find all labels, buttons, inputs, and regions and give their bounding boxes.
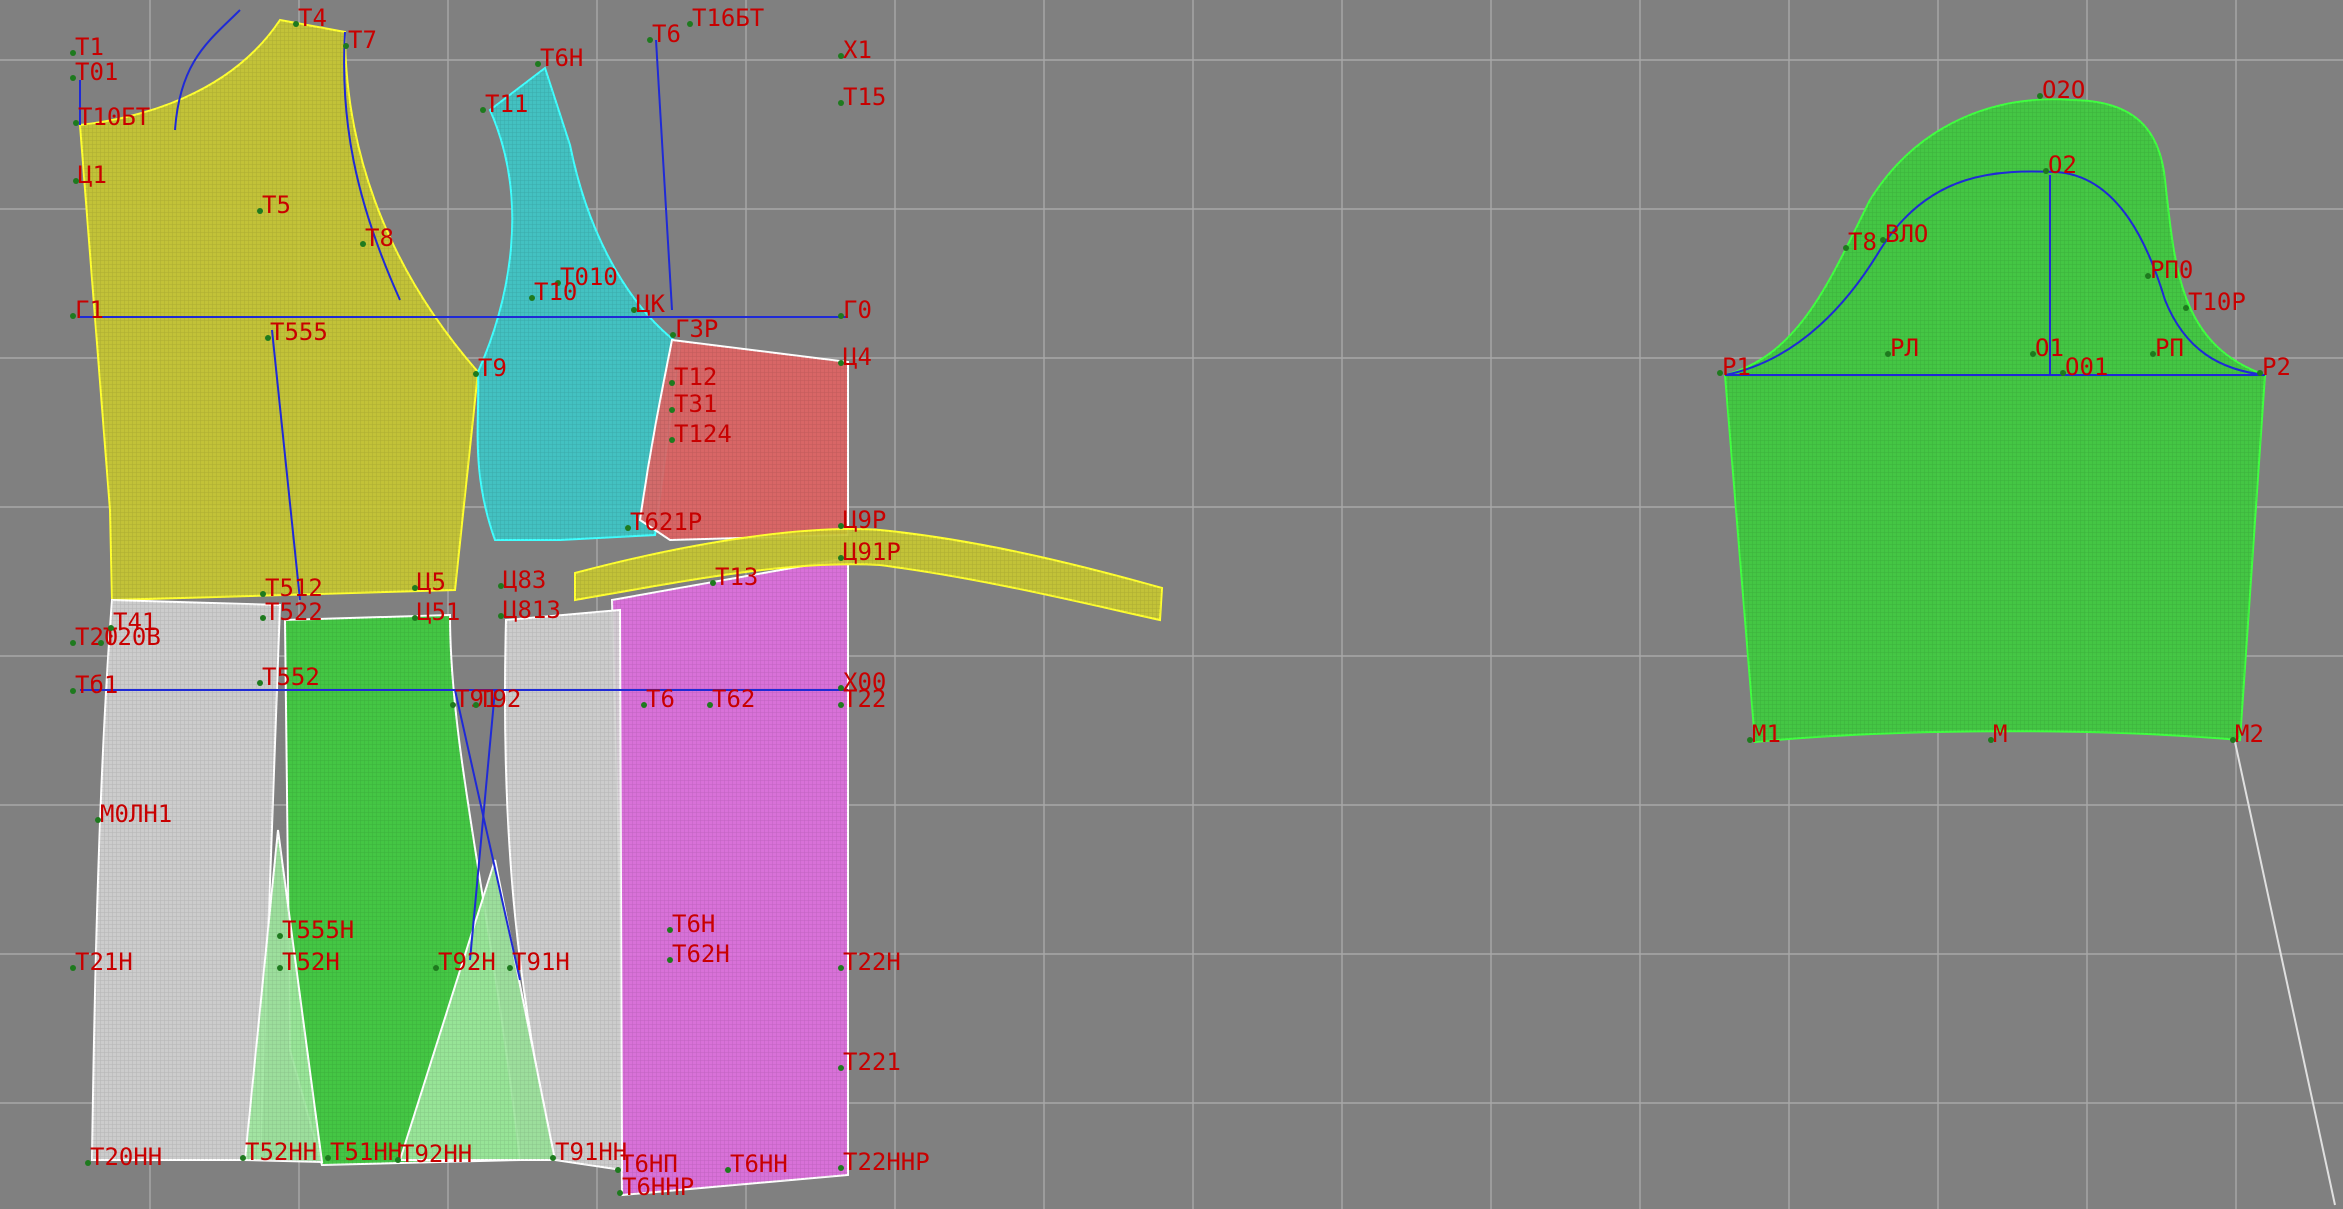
point-label: ВЛО <box>1885 220 1928 248</box>
point-label: Т6ННР <box>622 1173 694 1201</box>
point-label: Т6Н <box>540 44 583 72</box>
point-label: Г3Р <box>675 315 718 343</box>
point-label: Т20НН <box>90 1143 162 1171</box>
point-label: О2О <box>2042 76 2085 104</box>
point-label: Т9 <box>478 354 507 382</box>
point-label: Т124 <box>674 420 732 448</box>
point-label: Х1 <box>843 36 872 64</box>
point-label: Г0 <box>843 296 872 324</box>
point-label: Т13 <box>715 563 758 591</box>
point-label: Т555Н <box>282 916 354 944</box>
front-lower-piece-hatch <box>612 558 848 1195</box>
point-label: РП0 <box>2150 256 2193 284</box>
point-label: Т522 <box>265 598 323 626</box>
point-label: Т21Н <box>75 948 133 976</box>
point-label: Т92НН <box>400 1140 472 1168</box>
point-label: Р2 <box>2262 353 2291 381</box>
point-label: Т52Н <box>282 948 340 976</box>
point-label: Т91НН <box>555 1138 627 1166</box>
point-label: Ц91Р <box>843 538 901 566</box>
point-label: Т6НН <box>730 1150 788 1178</box>
sleeve-piece-hatch <box>1725 99 2265 742</box>
point-label: Т8 <box>365 224 394 252</box>
point-label: Т552 <box>262 663 320 691</box>
point-label: Т6Н <box>672 910 715 938</box>
point-label: Т16БТ <box>692 4 764 32</box>
point-label: Т62Н <box>672 940 730 968</box>
point-label: Ц9Р <box>843 506 886 534</box>
point-label: Т15 <box>843 83 886 111</box>
point-label: Т11 <box>485 90 528 118</box>
point-label: Т51НН <box>330 1138 402 1166</box>
point-label: Ц1 <box>78 161 107 189</box>
point-label: О1 <box>2035 334 2064 362</box>
point-label: Т6 <box>652 20 681 48</box>
point-label: Р1 <box>1722 353 1751 381</box>
point-label: Ц4 <box>843 343 872 371</box>
point-label: ЦК <box>636 290 665 318</box>
point-label: Т91Н <box>512 948 570 976</box>
point-label: Т41 <box>113 608 156 636</box>
point-label: Т12 <box>674 363 717 391</box>
point-label: Т555 <box>270 318 328 346</box>
point-label: Т01 <box>75 58 118 86</box>
point-label: Т1 <box>75 33 104 61</box>
point-label: Т62 <box>712 685 755 713</box>
point-label: Т221 <box>843 1048 901 1076</box>
point-label: Г1 <box>75 296 104 324</box>
point-label: Т7 <box>348 26 377 54</box>
point-label: Тб1 <box>75 671 118 699</box>
point-label: Т10БТ <box>78 103 150 131</box>
point-label: Т10 <box>534 278 577 306</box>
point-label: Ц83 <box>503 566 546 594</box>
point-label: Т22Н <box>843 948 901 976</box>
point-label: Т6 <box>646 685 675 713</box>
point-label: М <box>1993 720 2007 748</box>
point-label: О01 <box>2065 353 2108 381</box>
point-label: Т621Р <box>630 508 702 536</box>
point-label: Т92Н <box>438 948 496 976</box>
point-label: Т92 <box>478 685 521 713</box>
point-label: РЛ <box>1890 334 1919 362</box>
back-lower-left-piece-hatch <box>92 600 280 1160</box>
point-label: Т4 <box>298 4 327 32</box>
point-label: М1 <box>1752 720 1781 748</box>
pattern-canvas[interactable]: Т1Т01 Т10БТ Ц1 Т5 Т7 Т4 Т8 Г1 Т555 Т9 Т11 Т6 Т16БТ Т6… <box>0 0 2343 1209</box>
point-label: Т22 <box>843 685 886 713</box>
point-label: Т31 <box>674 390 717 418</box>
point-label: Т10Р <box>2188 288 2246 316</box>
point-label: Т22ННР <box>843 1148 930 1176</box>
point-label: Т8 <box>1848 228 1877 256</box>
point-label: Ц5 <box>417 568 446 596</box>
point-label: М2 <box>2235 720 2264 748</box>
point-label: РП <box>2155 334 2184 362</box>
point-label: Т5 <box>262 191 291 219</box>
point-label: М0ЛН1 <box>100 800 172 828</box>
point-label: О2 <box>2048 151 2077 179</box>
point-label: Т52НН <box>245 1138 317 1166</box>
point-label: Ц813 <box>503 596 561 624</box>
point-label: Ц51 <box>417 598 460 626</box>
